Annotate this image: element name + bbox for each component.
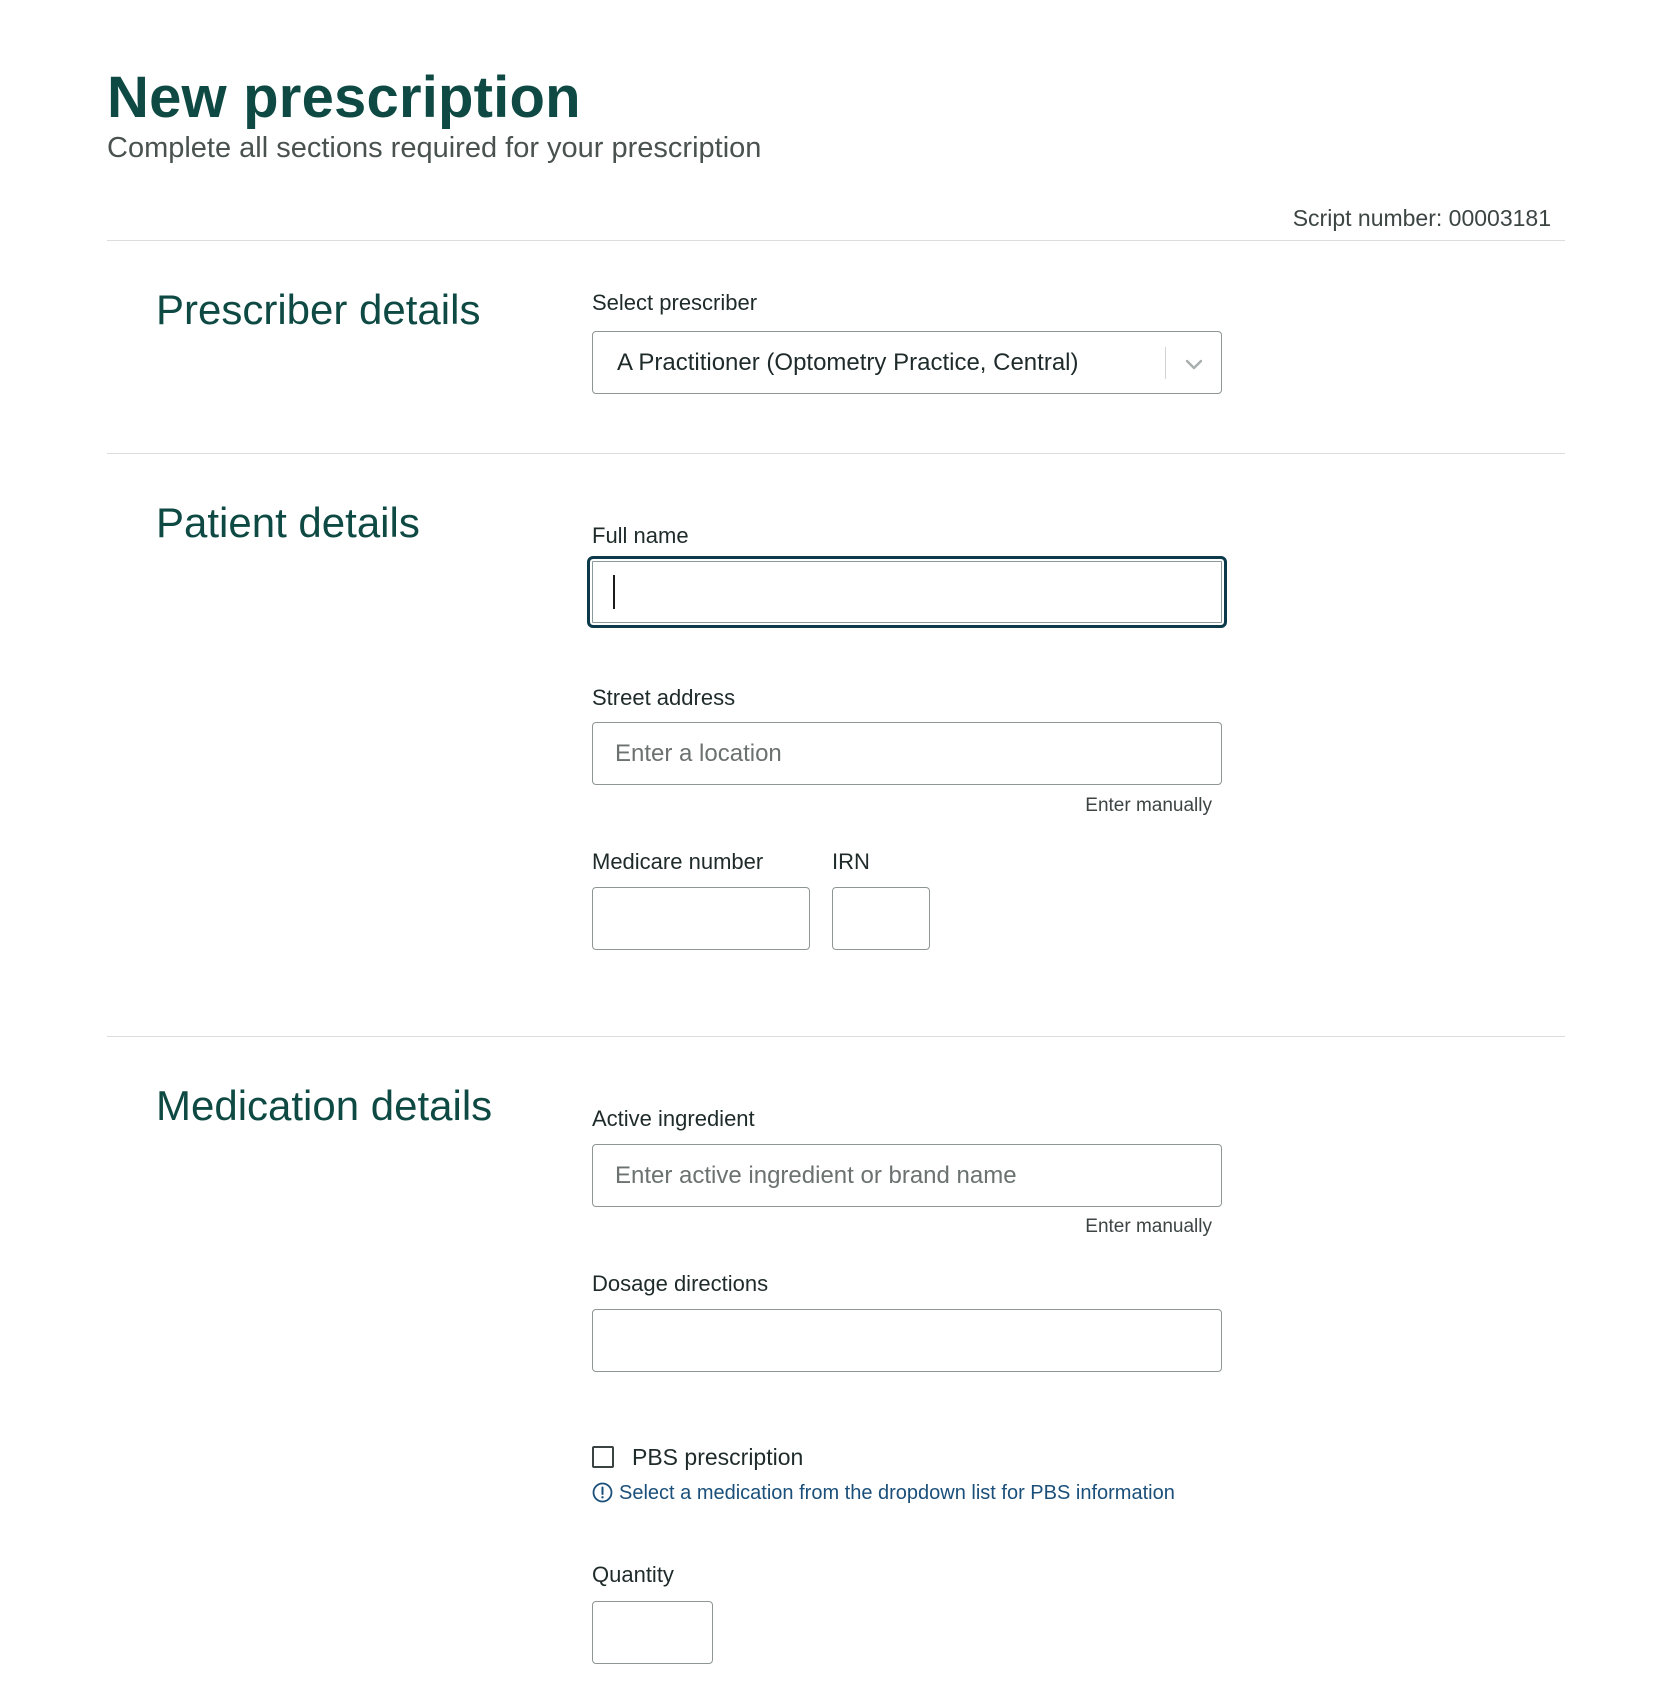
section-divider xyxy=(107,240,1565,241)
enter-manually-address-link[interactable]: Enter manually xyxy=(1085,794,1212,818)
enter-manually-ingredient-link[interactable]: Enter manually xyxy=(1085,1215,1212,1239)
quantity-label: Quantity xyxy=(592,1562,674,1587)
pbs-info-message: Select a medication from the dropdown li… xyxy=(619,1482,1175,1504)
pbs-prescription-checkbox[interactable] xyxy=(592,1446,614,1468)
medicare-number-input[interactable] xyxy=(592,887,810,950)
active-ingredient-label: Active ingredient xyxy=(592,1106,755,1131)
medicare-number-label: Medicare number xyxy=(592,849,764,874)
prescriber-section-title: Prescriber details xyxy=(156,286,481,333)
script-number: Script number: 00003181 xyxy=(1292,205,1551,231)
section-divider xyxy=(107,1036,1565,1037)
text-caret xyxy=(613,575,615,609)
irn-input[interactable] xyxy=(832,887,930,950)
section-divider xyxy=(107,453,1565,454)
street-address-input[interactable] xyxy=(592,722,1222,785)
info-icon xyxy=(592,1482,613,1503)
select-prescriber-label: Select prescriber xyxy=(592,290,758,315)
quantity-input[interactable] xyxy=(592,1601,713,1664)
active-ingredient-input[interactable] xyxy=(592,1144,1222,1207)
full-name-input[interactable] xyxy=(587,556,1227,628)
chevron-down-icon[interactable] xyxy=(1181,351,1207,377)
page-title: New prescription xyxy=(107,65,581,130)
patient-section-title: Patient details xyxy=(156,499,420,546)
street-address-label: Street address xyxy=(592,685,736,710)
page-subtitle: Complete all sections required for your … xyxy=(107,132,762,164)
medication-section-title: Medication details xyxy=(156,1082,493,1129)
dosage-directions-input[interactable] xyxy=(592,1309,1222,1372)
select-separator xyxy=(1165,347,1166,379)
prescriber-select[interactable]: A Practitioner (Optometry Practice, Cent… xyxy=(592,331,1222,394)
prescriber-selected-value: A Practitioner (Optometry Practice, Cent… xyxy=(617,349,1079,376)
pbs-prescription-label[interactable]: PBS prescription xyxy=(632,1443,803,1471)
irn-label: IRN xyxy=(832,849,870,874)
dosage-directions-label: Dosage directions xyxy=(592,1271,769,1296)
full-name-label: Full name xyxy=(592,523,689,548)
